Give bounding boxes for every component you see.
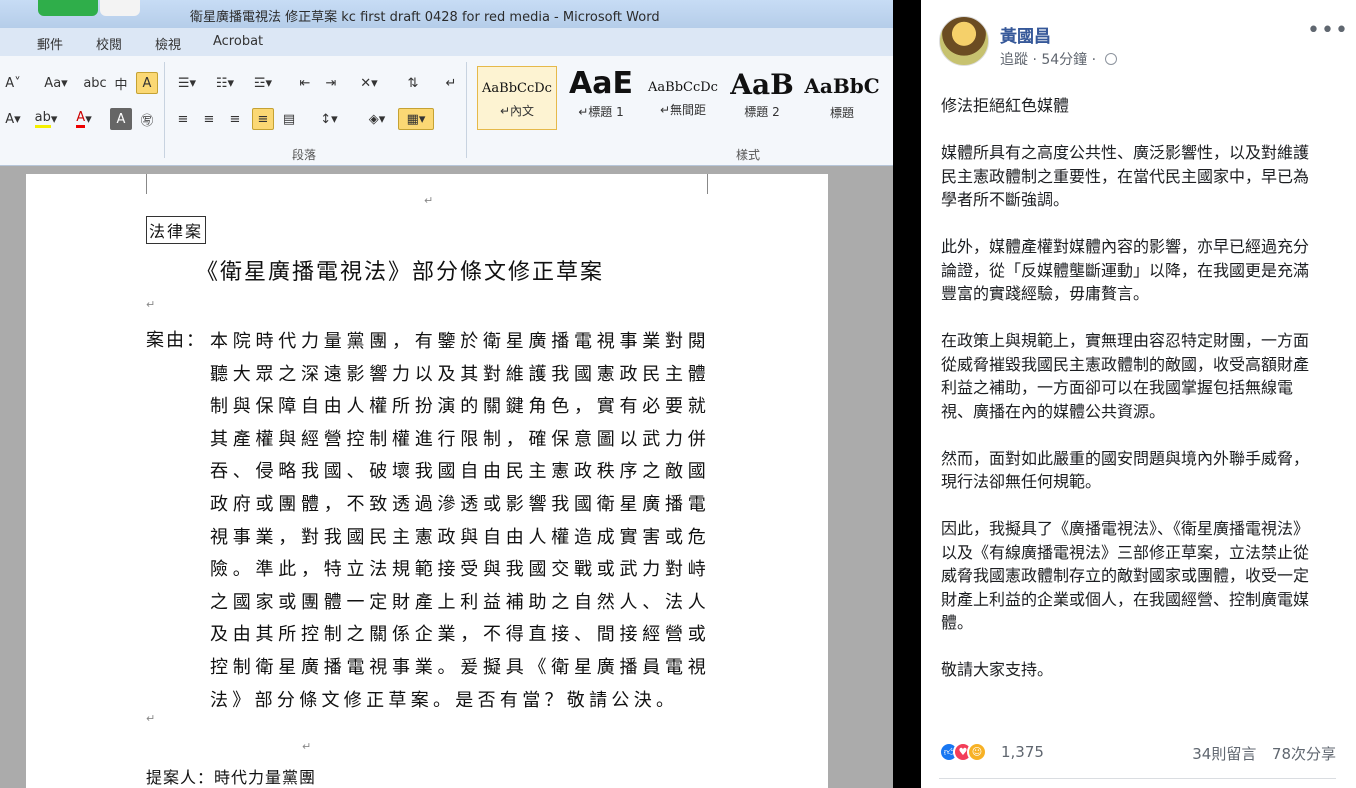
style-sample: AaBbCcDc (482, 81, 552, 96)
justify-icon[interactable]: ≡ (252, 108, 274, 130)
divider (939, 778, 1336, 779)
reason-label: 案由： (146, 330, 206, 351)
post-paragraph: 此外，媒體產權對媒體內容的影響，亦早已經過充分論證，從「反媒體壟斷運動」以降，在… (941, 237, 1310, 303)
avatar[interactable] (939, 16, 989, 66)
bullets-icon[interactable]: ☰▾ (172, 72, 202, 94)
post-paragraph: 在政策上與規範上，實無理由容忍特定財團，一方面從威脅摧毀我國民主憲政體制的敵國，… (941, 331, 1310, 421)
globe-icon (1104, 53, 1117, 65)
more-options-icon[interactable]: ••• (1307, 18, 1349, 43)
tab-mailings[interactable]: 郵件 (37, 34, 63, 53)
align-right-icon[interactable]: ≡ (224, 108, 246, 130)
style-name: 標題 (829, 106, 854, 120)
word-titlebar: 衛星廣播電視法 修正草案 kc first draft 0428 for red… (0, 0, 893, 28)
proposer-line: 提案人：時代力量黨團 (146, 768, 317, 787)
facebook-post: 黃國昌 追蹤 · 54分鐘 · ••• 修法拒絕紅色媒體 媒體所具有之高度公共性… (921, 0, 1356, 788)
haha-reaction-icon: ☺ (967, 742, 987, 762)
post-time[interactable]: 54分鐘 (1041, 52, 1087, 68)
reason-body: 本院時代力量黨團，有鑒於衛星廣播電視事業對閱聽大眾之深遠影響力以及其對維護我國憲… (210, 331, 710, 711)
tab-review[interactable]: 校閱 (96, 34, 122, 53)
align-left-icon[interactable]: ≡ (172, 108, 194, 130)
style-sample: AaB (730, 68, 794, 101)
law-tag: 法律案 (146, 216, 207, 244)
style-no-spacing[interactable]: AaBbCcDc ↵無間距 (643, 66, 723, 130)
increase-indent-icon[interactable]: ⇥ (320, 72, 342, 94)
share-count[interactable]: 78次分享 (1272, 745, 1336, 763)
shrink-font-icon[interactable]: A˅ (2, 72, 24, 94)
style-title[interactable]: AaBbC 標題 (802, 66, 882, 130)
paragraph-mark: ↵ (146, 298, 156, 311)
sort-icon[interactable]: ⇅ (402, 72, 424, 94)
ribbon-tabs: 郵件 校閱 檢視 Acrobat (0, 28, 893, 56)
phonetic-guide-icon[interactable]: abc (83, 72, 106, 94)
distributed-icon[interactable]: ▤ (278, 108, 300, 130)
style-sample: AaE (569, 66, 633, 101)
style-name: ↵標題 1 (578, 105, 624, 119)
style-name: ↵無間距 (659, 103, 707, 117)
decrease-indent-icon[interactable]: ⇤ (294, 72, 316, 94)
change-case-icon[interactable]: Aa▾ (40, 72, 72, 94)
post-body: 修法拒絕紅色媒體 媒體所具有之高度公共性、廣泛影響性，以及對維護民主憲政體制之重… (941, 94, 1321, 705)
document-page[interactable]: ↵ 法律案 《衛星廣播電視法》部分條文修正草案 ↵ 案由： 本院時代力量黨團，有… (26, 174, 828, 788)
quick-access-toolbar[interactable] (38, 0, 98, 16)
style-normal[interactable]: AaBbCcDc ↵內文 (477, 66, 557, 130)
post-paragraph: 媒體所具有之高度公共性、廣泛影響性，以及對維護民主憲政體制之重要性，在當代民主國… (941, 143, 1310, 209)
group-label-styles: 樣式 (736, 148, 761, 162)
crop-mark (146, 174, 147, 194)
ribbon: A˅ Aa▾ abc 中 A A▾ ab ▾ A ▾ A ㊢ ☰▾ ☷▾ ☲▾ ⇤ … (0, 56, 893, 166)
align-center-icon[interactable]: ≡ (198, 108, 220, 130)
style-sample: AaBbC (804, 74, 880, 98)
style-name: ↵內文 (499, 104, 535, 118)
paragraph-mark: ↵ (146, 712, 156, 725)
shading-icon[interactable]: ◈▾ (362, 108, 392, 130)
reaction-count: 1,375 (1001, 743, 1044, 761)
tab-acrobat[interactable]: Acrobat (213, 34, 263, 49)
show-marks-icon[interactable]: ↵ (440, 72, 462, 94)
style-heading-1[interactable]: AaE ↵標題 1 (561, 66, 641, 130)
character-border-icon[interactable]: A (136, 72, 158, 94)
numbering-icon[interactable]: ☷▾ (210, 72, 240, 94)
word-window: 衛星廣播電視法 修正草案 kc first draft 0428 for red… (0, 0, 893, 788)
paragraph-mark: ↵ (424, 194, 434, 207)
window-title: 衛星廣播電視法 修正草案 kc first draft 0428 for red… (190, 10, 660, 25)
post-paragraph: 因此，我擬具了《廣播電視法》、《衛星廣播電視法》以及《有線廣播電視法》三部修正草… (941, 519, 1310, 632)
font-color-icon[interactable]: A ▾ (70, 108, 98, 130)
post-paragraph: 敬請大家支持。 (941, 660, 1054, 679)
author-name[interactable]: 黃國昌 (1000, 22, 1051, 47)
quick-access-button[interactable] (100, 0, 140, 16)
post-stats: 34則留言 78次分享 (1192, 743, 1336, 764)
enclose-characters-icon[interactable]: 中 (110, 72, 132, 94)
enclosed-character-icon[interactable]: ㊢ (136, 108, 158, 130)
meta-separator: · (1091, 52, 1101, 68)
post-paragraph: 修法拒絕紅色媒體 (941, 96, 1070, 115)
group-label-paragraph: 段落 (292, 148, 317, 162)
comment-count[interactable]: 34則留言 (1192, 745, 1256, 763)
follow-link[interactable]: 追蹤 (1000, 52, 1028, 68)
style-heading-2[interactable]: AaB 標題 2 (722, 66, 802, 130)
multilevel-list-icon[interactable]: ☲▾ (248, 72, 278, 94)
post-meta: 追蹤 · 54分鐘 · (1000, 49, 1117, 69)
borders-icon[interactable]: ▦▾ (398, 108, 434, 130)
asian-layout-icon[interactable]: ✕▾ (354, 72, 384, 94)
style-sample: AaBbCcDc (648, 80, 718, 95)
line-spacing-icon[interactable]: ↕▾ (314, 108, 344, 130)
crop-mark (707, 174, 708, 194)
document-area[interactable]: ↵ 法律案 《衛星廣播電視法》部分條文修正草案 ↵ 案由： 本院時代力量黨團，有… (0, 166, 893, 788)
post-paragraph: 然而，面對如此嚴重的國安問題與境內外聯手威脅，現行法卻無任何規範。 (941, 448, 1310, 492)
character-shading-icon[interactable]: A (110, 108, 132, 130)
text-effect-icon[interactable]: A▾ (2, 108, 24, 130)
highlight-color-icon[interactable]: ab ▾ (30, 108, 62, 130)
paragraph-mark: ↵ (302, 740, 312, 753)
style-name: 標題 2 (744, 105, 780, 119)
tab-view[interactable]: 檢視 (155, 34, 181, 53)
document-title: 《衛星廣播電視法》部分條文修正草案 (196, 260, 605, 285)
